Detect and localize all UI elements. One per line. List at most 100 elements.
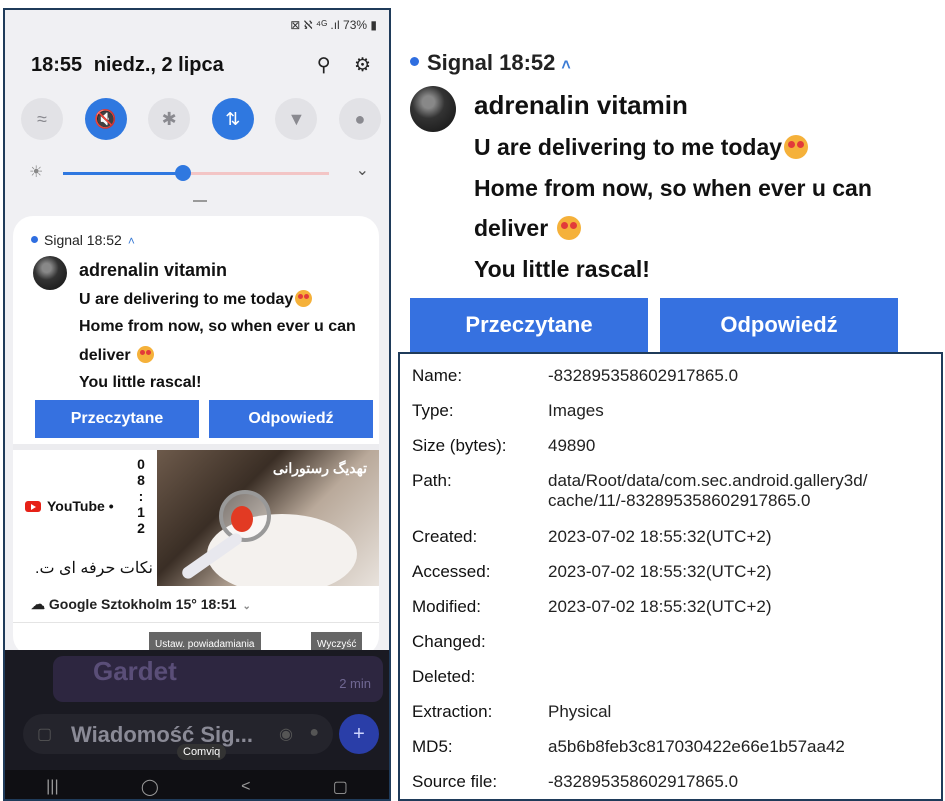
status-bar: ⊠ ℵ ⁴ᴳ .ıl 73% ▮ [290, 18, 377, 32]
microphone-icon[interactable]: ● [309, 724, 319, 742]
video-subtitle: نکات حرفه ای ت. [35, 560, 153, 577]
chevron-down-icon[interactable]: ⌄ [356, 160, 369, 180]
weather-text: Google Sztokholm 15° 18:51 [48, 596, 237, 612]
gif-icon[interactable]: ▢ [37, 724, 52, 744]
sound-mute-icon[interactable]: 🔇 [84, 98, 127, 140]
add-icon[interactable]: + [339, 714, 379, 754]
home-icon[interactable]: ◯ [141, 777, 159, 797]
property-row-deleted: Deleted: [400, 667, 941, 702]
property-label: Size (bytes): [412, 436, 507, 455]
message-line: U are delivering to me today [79, 290, 313, 309]
brightness-fill [63, 172, 183, 175]
property-value [548, 667, 941, 702]
property-label: Modified: [412, 597, 481, 616]
quick-settings-header: 18:55 niedz., 2 lipca [31, 54, 230, 77]
property-label: Changed: [412, 632, 486, 651]
sun-icon: ☀ [29, 164, 44, 181]
mark-read-button[interactable]: Przeczytane [35, 400, 199, 438]
compose-input[interactable]: Wiadomość Sig... [71, 722, 253, 748]
zoomed-signal-notification: Signal 18:52 ˄ adrenalin vitamin U are de… [400, 38, 910, 352]
property-label: Extraction: [412, 702, 493, 721]
notification-actions: Przeczytane Odpowiedź [410, 298, 898, 352]
property-label: Name: [412, 366, 463, 385]
message-line: You little rascal! [474, 256, 650, 282]
tomato-shape [231, 506, 253, 532]
property-label: Deleted: [412, 667, 476, 686]
file-properties-panel: Name: -832895358602917865.0 Type: Images… [398, 352, 943, 801]
notification-panel: Signal 18:52 ˄ adrenalin vitamin U are de… [13, 216, 379, 656]
message-line: deliver [474, 215, 581, 242]
notification-actions: Przeczytane Odpowiedź [35, 400, 373, 438]
reply-button[interactable]: Odpowiedź [209, 400, 373, 438]
time-char: 0 [137, 456, 145, 472]
reply-button[interactable]: Odpowiedź [660, 298, 898, 352]
recent-apps-icon[interactable]: ||| [46, 778, 58, 796]
message-line: Home from now, so when ever u can [474, 175, 872, 201]
brightness-slider[interactable]: ☀ ⌄ [29, 158, 369, 188]
header-icons: ⚲ ⚙ [299, 54, 371, 77]
property-value: 2023-07-02 18:55:32(UTC+2) [548, 562, 772, 581]
signal-app-icon [31, 236, 38, 243]
back-icon[interactable]: < [241, 778, 250, 796]
property-value [548, 632, 941, 667]
property-value: -832895358602917865.0 [548, 366, 739, 385]
path-line: cache/11/-832895358602917865.0 [548, 491, 811, 510]
brightness-track[interactable] [63, 172, 329, 175]
property-row-modified: Modified: 2023-07-02 18:55:32(UTC+2) [400, 597, 941, 632]
property-value: Physical [548, 702, 612, 721]
property-value: 2023-07-02 18:55:32(UTC+2) [548, 597, 772, 616]
property-value: Images [548, 401, 604, 420]
data-transfer-icon[interactable]: ⇅ [211, 98, 254, 140]
property-row-size: Size (bytes): 49890 [400, 436, 941, 471]
chat-list-item[interactable]: Gardet 2 min [53, 656, 383, 702]
property-value: a5b6b8feb3c817030422e66e1b57aa42 [548, 737, 845, 756]
brightness-thumb[interactable] [174, 165, 191, 181]
bluetooth-icon[interactable]: ✱ [148, 98, 191, 140]
video-thumbnail[interactable]: تهدیگ رستورانی [157, 450, 379, 586]
time-char: : [138, 488, 144, 504]
flashlight-icon[interactable]: ▼ [275, 98, 318, 140]
avatar [410, 86, 456, 132]
camera-icon[interactable]: ◉ [279, 724, 293, 744]
sender-name: adrenalin vitamin [79, 260, 228, 280]
property-value: 49890 [548, 436, 596, 455]
chevron-up-icon[interactable]: ˄ [128, 234, 135, 248]
message-line: deliver [79, 346, 155, 365]
heart-eyes-emoji-icon [295, 290, 313, 307]
chevron-down-icon[interactable]: ⌄ [243, 601, 251, 612]
property-label: Created: [412, 527, 478, 546]
time-char: 2 [137, 520, 145, 536]
drag-handle[interactable] [193, 200, 207, 202]
youtube-icon [25, 501, 41, 512]
signal-app-icon [410, 57, 419, 66]
weather-notification[interactable]: ☁ Google Sztokholm 15° 18:51 ⌄ [31, 596, 251, 613]
property-row-accessed: Accessed: 2023-07-02 18:55:32(UTC+2) [400, 562, 941, 597]
mark-read-button[interactable]: Przeczytane [410, 298, 648, 352]
property-row-type: Type: Images [400, 401, 941, 436]
chevron-up-icon[interactable]: ˄ [561, 57, 570, 74]
property-label: Source file: [412, 772, 498, 791]
phone-screenshot: ⊠ ℵ ⁴ᴳ .ıl 73% ▮ 18:55 niedz., 2 lipca ⚲… [3, 8, 391, 801]
property-label: MD5: [412, 737, 453, 756]
navigation-bar: ||| ◯ < ▢ [5, 770, 389, 799]
chat-time: 2 min [339, 676, 371, 691]
search-icon[interactable]: ⚲ [317, 55, 331, 76]
property-row-changed: Changed: [400, 632, 941, 667]
property-label: Path: [412, 471, 452, 490]
property-row-md5: MD5: a5b6b8feb3c817030422e66e1b57aa42 [400, 737, 941, 772]
clock-time: 18:55 [31, 54, 83, 76]
sender-name: adrenalin vitamin [474, 90, 688, 120]
path-line: data/Root/data/com.sec.android.gallery3d… [548, 471, 868, 490]
signal-notification-header[interactable]: Signal 18:52 ˄ [410, 50, 571, 76]
avatar [33, 256, 67, 290]
gear-icon[interactable]: ⚙ [354, 55, 371, 76]
youtube-notification[interactable]: YouTube • 0 8 : 1 2 نکات حرفه ای ت. تهدی… [13, 450, 379, 586]
heart-eyes-emoji-icon [784, 135, 809, 159]
signal-notification-header[interactable]: Signal 18:52 ˄ [31, 232, 135, 248]
property-row-source-file: Source file: -832895358602917865.0 [400, 772, 941, 801]
wifi-icon[interactable]: ≈ [21, 98, 63, 140]
video-time: 0 8 : 1 2 [131, 456, 151, 536]
location-icon[interactable]: ● [338, 98, 381, 140]
message-line: You little rascal! [79, 374, 202, 391]
screenshot-icon[interactable]: ▢ [333, 777, 348, 797]
